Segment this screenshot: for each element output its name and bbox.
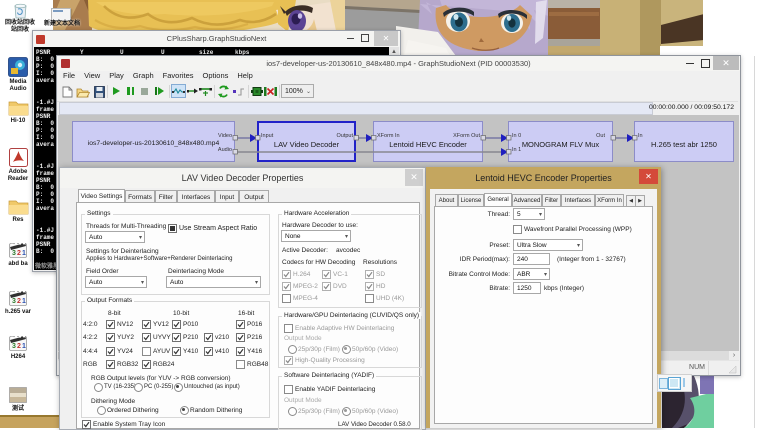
svg-text:2: 2 [17, 298, 21, 305]
svg-text:3: 3 [12, 250, 16, 257]
svg-text:1: 1 [22, 250, 26, 257]
svg-text:2: 2 [17, 250, 21, 257]
svg-text:1: 1 [22, 343, 26, 350]
svg-text:2: 2 [17, 343, 21, 350]
svg-text:1: 1 [22, 298, 26, 305]
svg-text:3: 3 [12, 298, 16, 305]
svg-text:3: 3 [12, 343, 16, 350]
